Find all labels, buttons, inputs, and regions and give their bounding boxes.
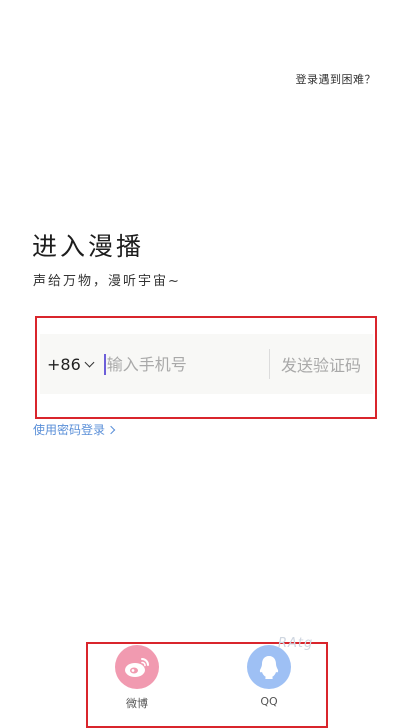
password-login-link[interactable]: 使用密码登录 bbox=[33, 421, 116, 438]
phone-number-input[interactable] bbox=[103, 354, 257, 374]
weibo-login-button[interactable]: 微博 bbox=[115, 645, 159, 711]
chevron-right-icon bbox=[106, 425, 116, 434]
qq-label: QQ bbox=[260, 695, 278, 708]
phone-input-wrapper bbox=[103, 334, 269, 394]
page-title: 进入漫播 bbox=[32, 232, 145, 261]
text-caret bbox=[103, 354, 106, 375]
weibo-icon bbox=[115, 645, 159, 689]
send-code-button[interactable]: 发送验证码 bbox=[281, 352, 361, 376]
qq-login-button[interactable]: QQ bbox=[247, 645, 291, 708]
country-code-selector[interactable]: +86 bbox=[47, 354, 95, 374]
watermark: RAtg bbox=[278, 636, 314, 651]
input-divider bbox=[268, 349, 270, 379]
subtitle: 声给万物，漫听宇宙~ bbox=[33, 274, 181, 289]
help-link[interactable]: 登录遇到困难？ bbox=[296, 71, 377, 87]
weibo-label: 微博 bbox=[126, 697, 148, 710]
country-code-value: +86 bbox=[47, 354, 81, 374]
qq-icon bbox=[247, 645, 291, 689]
phone-input-row: +86 发送验证码 bbox=[40, 334, 373, 394]
chevron-down-icon bbox=[84, 357, 95, 367]
password-login-label: 使用密码登录 bbox=[33, 423, 106, 437]
